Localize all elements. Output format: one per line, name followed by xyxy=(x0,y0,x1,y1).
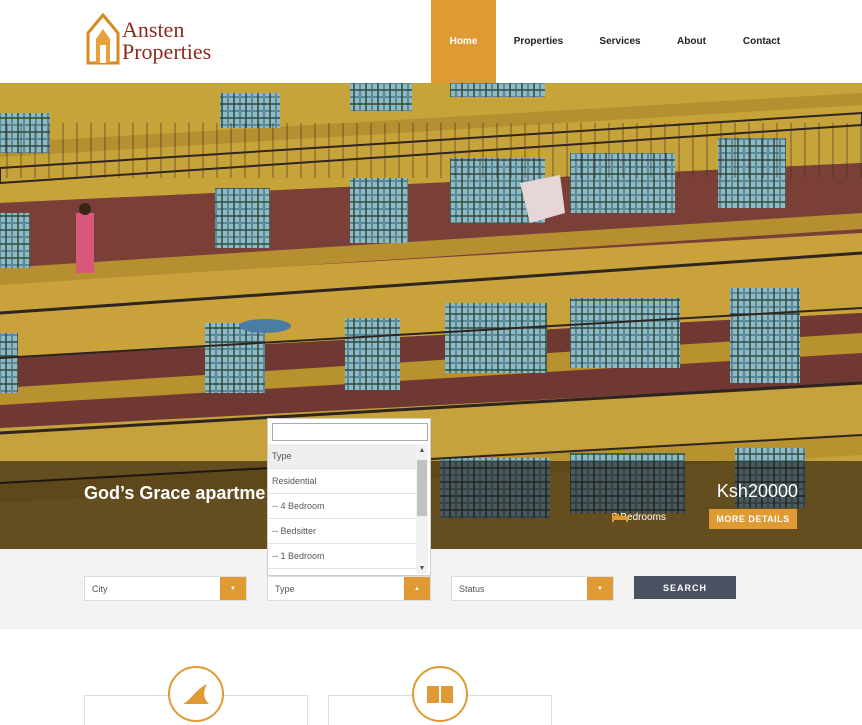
dropdown-option[interactable]: Type xyxy=(268,444,416,469)
scroll-up-icon[interactable]: ▲ xyxy=(416,446,428,456)
caret-down-icon[interactable]: ▼ xyxy=(220,577,246,600)
nav-home[interactable]: Home xyxy=(431,0,496,83)
dropdown-option[interactable]: -- 4 Bedroom xyxy=(268,494,416,519)
dropdown-search-input[interactable] xyxy=(272,423,428,441)
search-button[interactable]: SEARCH xyxy=(634,576,736,599)
city-select-value: City xyxy=(92,584,108,594)
site-header: Ansten Properties Home Properties Servic… xyxy=(0,0,862,83)
city-select[interactable]: City ▼ xyxy=(84,576,247,601)
dropdown-option[interactable]: Residential xyxy=(268,469,416,494)
dropdown-option[interactable]: -- 1 Bedroom xyxy=(268,544,416,569)
hero-slider[interactable]: God’s Grace apartme Ksh20000 2 Bedrooms … xyxy=(0,83,862,549)
scroll-down-icon[interactable]: ▼ xyxy=(416,564,428,574)
caret-up-icon[interactable]: ▲ xyxy=(404,577,430,600)
house-logo-icon xyxy=(86,13,120,65)
brand-name: Ansten Properties xyxy=(122,19,211,63)
caret-down-icon[interactable]: ▼ xyxy=(587,577,613,600)
type-dropdown: Type Residential -- 4 Bedroom -- Bedsitt… xyxy=(267,418,431,576)
property-search-bar: City ▼ Type ▲ Status ▼ SEARCH xyxy=(0,549,862,629)
dropdown-option[interactable]: -- Bedsitter xyxy=(268,519,416,544)
nav-about[interactable]: About xyxy=(659,0,724,83)
type-select[interactable]: Type ▲ xyxy=(267,576,431,601)
bed-icon xyxy=(612,513,628,522)
more-details-button[interactable]: MORE DETAILS xyxy=(709,509,797,529)
shark-fin-icon xyxy=(168,666,224,722)
status-select[interactable]: Status ▼ xyxy=(451,576,614,601)
property-bedrooms: 2 Bedrooms xyxy=(612,512,666,523)
hero-caption: God’s Grace apartme Ksh20000 2 Bedrooms … xyxy=(0,461,862,549)
nav-services[interactable]: Services xyxy=(581,0,659,83)
brand-line1: Ansten xyxy=(122,17,185,42)
property-title[interactable]: God’s Grace apartme xyxy=(84,483,265,504)
status-select-value: Status xyxy=(459,584,485,594)
type-select-value: Type xyxy=(275,584,295,594)
dropdown-scrollbar[interactable]: ▲ ▼ xyxy=(416,444,428,574)
nav-properties[interactable]: Properties xyxy=(496,0,581,83)
book-icon xyxy=(412,666,468,722)
dropdown-options: Type Residential -- 4 Bedroom -- Bedsitt… xyxy=(268,444,416,569)
logo[interactable]: Ansten Properties xyxy=(86,13,226,67)
scrollbar-thumb[interactable] xyxy=(417,460,427,516)
nav-contact[interactable]: Contact xyxy=(724,0,799,83)
property-price: Ksh20000 xyxy=(716,481,798,501)
brand-line2: Properties xyxy=(122,39,212,64)
main-nav: Home Properties Services About Contact xyxy=(431,0,799,83)
